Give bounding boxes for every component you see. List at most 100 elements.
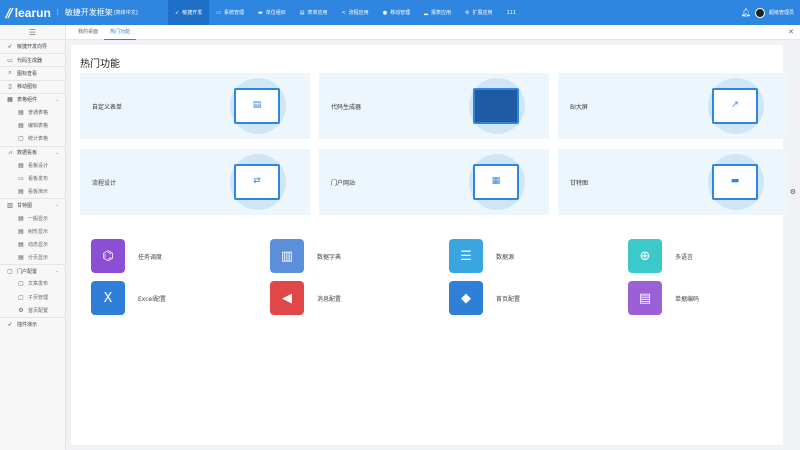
tab-desktop[interactable]: 我的桌面 xyxy=(72,25,104,40)
nav-item[interactable]: ▂ 报表应用 xyxy=(417,0,458,25)
nav-item[interactable]: ▤ 表单应用 xyxy=(293,0,335,25)
sidebar-item[interactable]: ▢ 子页管理 xyxy=(0,291,65,304)
feature-card[interactable]: BI大屏 ↗ xyxy=(558,73,788,139)
nav-item[interactable]: ● 移动管理 xyxy=(376,0,417,25)
feature-card[interactable]: 流程设计 ⇄ xyxy=(80,149,310,215)
sidebar-item[interactable]: ⌕ 图标查看 xyxy=(0,66,65,79)
user-name[interactable]: 超级管理员 xyxy=(769,9,794,16)
nav-item[interactable]: ⚙ 扩展应用 xyxy=(458,0,500,25)
menu-icon: ➶ xyxy=(7,43,13,51)
sidebar-item-label: 树形显示 xyxy=(28,228,49,235)
sidebar-item[interactable]: ▤ 分页显示 xyxy=(0,251,65,264)
menu-icon: ▤ xyxy=(18,254,24,262)
share-icon: < xyxy=(341,9,346,16)
nav-label: 表单应用 xyxy=(307,10,328,16)
app-shortcut[interactable]: ▤ 单据编码 xyxy=(628,280,800,316)
app-label: 消息配置 xyxy=(317,295,342,303)
sidebar-item[interactable]: ➶ 插件演示 xyxy=(0,316,65,330)
tab-hot-functions[interactable]: 热门功能 xyxy=(104,25,137,40)
app-shortcut[interactable]: ◆ 首页配置 xyxy=(449,280,628,316)
gear-icon[interactable]: ⚙ xyxy=(790,188,796,196)
menu-icon: ▢ xyxy=(18,293,24,301)
sidebar-item[interactable]: ⚙ 首页配置 xyxy=(0,304,65,317)
sidebar-item-label: 文章发布 xyxy=(28,281,49,288)
menu-icon: ▦ xyxy=(7,96,13,104)
sidebar-item-label: 看板发布 xyxy=(28,175,49,182)
sidebar-item[interactable]: ▭ 代码生成器 xyxy=(0,53,65,66)
sidebar-item[interactable]: ▯ 移动图标 xyxy=(0,79,65,93)
feature-card[interactable]: 甘特图 ▬ xyxy=(558,149,788,215)
menu-icon: ▭ xyxy=(7,56,13,64)
illustration-icon: ⇄ xyxy=(234,164,280,200)
card-label: 甘特图 xyxy=(570,179,589,187)
sidebar-item[interactable]: ▢ 文章发布 xyxy=(0,277,65,290)
mobile-icon: ● xyxy=(382,9,388,16)
app-shortcut[interactable]: ▥ 数据字典 xyxy=(270,238,449,274)
sidebar-item-label: 首页配置 xyxy=(28,307,49,314)
sidebar-item-label: 数据看板 xyxy=(17,150,38,157)
illustration-icon: ↗ xyxy=(712,88,758,124)
top-bar: // learun | 敏捷开发框架 [简体中文] ➶ 敏捷开发 ▭ 系统管理 ▬ 单位组… xyxy=(0,0,800,25)
nav-label: 移动管理 xyxy=(390,10,411,16)
bell-icon[interactable]: 🔔︎ xyxy=(741,8,751,17)
menu-icon: ▤ xyxy=(18,240,24,248)
chevron-down-icon: ⌄ xyxy=(54,268,59,275)
top-nav: ➶ 敏捷开发 ▭ 系统管理 ▬ 单位组织 ▤ 表单应用 < 流程应用 ● 移动管理 ▂ 报表应用 ⚙ 扩展应用… xyxy=(168,0,523,25)
sidebar-item[interactable]: ▤ 看板演示 xyxy=(0,185,65,198)
menu-icon: ▤ xyxy=(18,122,24,130)
app-label: 数据源 xyxy=(496,253,515,261)
card-label: 代码生成器 xyxy=(331,103,362,111)
sidebar-item-label: 动态显示 xyxy=(28,241,49,248)
app-icon: ▤ xyxy=(628,281,662,315)
language-label[interactable]: [简体中文] xyxy=(114,9,138,16)
nav-item[interactable]: ➶ 敏捷开发 xyxy=(168,0,210,25)
feature-card[interactable]: 自定义表单 ▤ xyxy=(80,73,310,139)
feature-card[interactable]: 门户网站 ▦ xyxy=(319,149,549,215)
sidebar-item[interactable]: ▤ 编辑表格 xyxy=(0,119,65,132)
chevron-down-icon: ⌄ xyxy=(54,149,59,156)
sidebar-item[interactable]: ▭ 看板发布 xyxy=(0,172,65,185)
feature-card[interactable]: 代码生成器 xyxy=(319,73,549,139)
sidebar-item-label: 插件演示 xyxy=(17,321,38,328)
nav-label: 扩展应用 xyxy=(472,10,493,16)
menu-icon: ▥ xyxy=(7,201,13,209)
sidebar-item[interactable]: ▢ 门户配置 ⌄ xyxy=(0,264,65,277)
app-shortcut[interactable]: X Excel配置 xyxy=(91,280,270,316)
app-shortcut[interactable]: ⊕ 多语言 xyxy=(628,238,800,274)
main-panel: 热门功能 自定义表单 ▤ 代码生成器 BI大屏 ↗ 流程设计 ⇄ 门户网站 ▦ 甘特图 ▬ ⌬ 任务调… xyxy=(71,45,788,445)
sidebar-item[interactable]: ▤ 看板设计 xyxy=(0,159,65,172)
org-icon: ▬ xyxy=(257,9,263,16)
nav-item[interactable]: 111 xyxy=(499,0,523,25)
sidebar-item[interactable]: ▤ 一般显示 xyxy=(0,211,65,224)
app-shortcut[interactable]: ⌬ 任务调度 xyxy=(91,238,270,274)
sidebar-item[interactable]: ➶ 敏捷开发向导 xyxy=(0,40,65,53)
sidebar-item[interactable]: ⩘ 数据看板 ⌄ xyxy=(0,145,65,159)
nav-item[interactable]: ▭ 系统管理 xyxy=(209,0,251,25)
nav-label: 系统管理 xyxy=(223,10,244,16)
logo[interactable]: // learun | 敏捷开发框架 [简体中文] xyxy=(0,6,168,20)
menu-toggle-icon[interactable]: ☰ xyxy=(0,25,65,40)
sidebar-item-label: 图标查看 xyxy=(17,70,38,77)
logo-mark-icon: // xyxy=(6,5,13,20)
avatar[interactable] xyxy=(754,7,765,18)
nav-item[interactable]: < 流程应用 xyxy=(334,0,375,25)
illustration-icon xyxy=(473,88,519,124)
sidebar-item[interactable]: ▤ 树形显示 xyxy=(0,225,65,238)
illustration-icon: ▬ xyxy=(712,164,758,200)
sidebar-item[interactable]: ▤ 动态显示 xyxy=(0,238,65,251)
card-label: 自定义表单 xyxy=(92,103,123,111)
card-label: BI大屏 xyxy=(570,103,588,111)
sidebar-item[interactable]: ▤ 普通表格 xyxy=(0,106,65,119)
app-shortcut[interactable]: ◀ 消息配置 xyxy=(270,280,449,316)
sidebar-item[interactable]: ▢ 统计表格 xyxy=(0,132,65,145)
sidebar-item-label: 分页显示 xyxy=(28,255,49,262)
app-shortcut[interactable]: ☰ 数据源 xyxy=(449,238,628,274)
close-icon[interactable]: ✕ xyxy=(788,28,794,36)
sidebar-item[interactable]: ▦ 表格组件 ⌄ xyxy=(0,92,65,106)
nav-label: 流程应用 xyxy=(348,10,369,16)
app-label: 单据编码 xyxy=(675,295,700,303)
sidebar-item-label: 代码生成器 xyxy=(17,57,43,64)
sidebar-item[interactable]: ▥ 甘特图 ⌄ xyxy=(0,198,65,211)
app-label: 数据字典 xyxy=(317,253,342,261)
nav-item[interactable]: ▬ 单位组织 xyxy=(251,0,293,25)
